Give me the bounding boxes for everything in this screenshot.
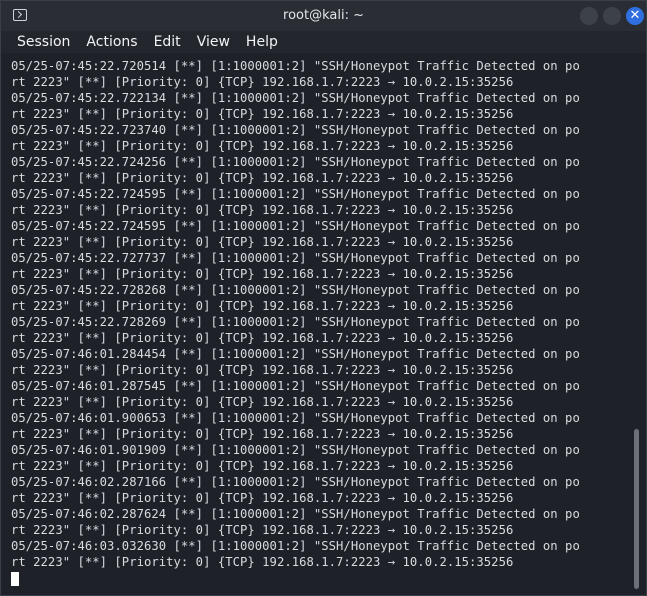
terminal-line: 05/25-07:45:22.724595 [**] [1:1000001:2]… [11, 187, 580, 201]
terminal-line: rt 2223" [**] [Priority: 0] {TCP} 192.16… [11, 139, 514, 153]
terminal-line: 05/25-07:45:22.722134 [**] [1:1000001:2]… [11, 91, 580, 105]
terminal-line: 05/25-07:46:01.900653 [**] [1:1000001:2]… [11, 411, 580, 425]
terminal-line: rt 2223" [**] [Priority: 0] {TCP} 192.16… [11, 267, 514, 281]
terminal-line: 05/25-07:45:22.728268 [**] [1:1000001:2]… [11, 283, 580, 297]
terminal-line: 05/25-07:45:22.723740 [**] [1:1000001:2]… [11, 123, 580, 137]
maximize-button[interactable] [603, 7, 621, 25]
prompt-line[interactable] [11, 570, 629, 586]
minimize-button[interactable] [580, 7, 598, 25]
menu-bar: Session Actions Edit View Help [1, 31, 646, 53]
close-button[interactable]: ✕ [626, 7, 644, 25]
terminal-line: 05/25-07:45:22.720514 [**] [1:1000001:2]… [11, 59, 580, 73]
terminal-line: 05/25-07:45:22.727737 [**] [1:1000001:2]… [11, 251, 580, 265]
terminal-output[interactable]: 05/25-07:45:22.720514 [**] [1:1000001:2]… [11, 58, 629, 588]
terminal-line: rt 2223" [**] [Priority: 0] {TCP} 192.16… [11, 75, 514, 89]
terminal-line: rt 2223" [**] [Priority: 0] {TCP} 192.16… [11, 523, 514, 537]
terminal-line: 05/25-07:46:01.901909 [**] [1:1000001:2]… [11, 443, 580, 457]
menu-session[interactable]: Session [9, 34, 78, 50]
menu-edit[interactable]: Edit [146, 34, 189, 50]
terminal-line: 05/25-07:46:02.287166 [**] [1:1000001:2]… [11, 475, 580, 489]
menu-view[interactable]: View [189, 34, 238, 50]
terminal-line: 05/25-07:45:22.728269 [**] [1:1000001:2]… [11, 315, 580, 329]
terminal-line: 05/25-07:45:22.724595 [**] [1:1000001:2]… [11, 219, 580, 233]
terminal-line: rt 2223" [**] [Priority: 0] {TCP} 192.16… [11, 331, 514, 345]
terminal-line: rt 2223" [**] [Priority: 0] {TCP} 192.16… [11, 299, 514, 313]
terminal-line: 05/25-07:46:01.284454 [**] [1:1000001:2]… [11, 347, 580, 361]
terminal-line: rt 2223" [**] [Priority: 0] {TCP} 192.16… [11, 107, 514, 121]
terminal-line: 05/25-07:46:02.287624 [**] [1:1000001:2]… [11, 507, 580, 521]
terminal-window: root@kali: ~ ✕ Session Actions Edit View… [0, 0, 647, 596]
terminal-line: rt 2223" [**] [Priority: 0] {TCP} 192.16… [11, 395, 514, 409]
terminal-line: rt 2223" [**] [Priority: 0] {TCP} 192.16… [11, 491, 514, 505]
terminal-line: rt 2223" [**] [Priority: 0] {TCP} 192.16… [11, 203, 514, 217]
title-bar[interactable]: root@kali: ~ ✕ [1, 1, 646, 31]
window-title: root@kali: ~ [283, 8, 364, 23]
terminal-line: 05/25-07:45:22.724256 [**] [1:1000001:2]… [11, 155, 580, 169]
terminal-line: rt 2223" [**] [Priority: 0] {TCP} 192.16… [11, 171, 514, 185]
close-icon: ✕ [629, 8, 641, 23]
terminal-line: rt 2223" [**] [Priority: 0] {TCP} 192.16… [11, 555, 514, 569]
terminal-line: rt 2223" [**] [Priority: 0] {TCP} 192.16… [11, 459, 514, 473]
terminal-line: rt 2223" [**] [Priority: 0] {TCP} 192.16… [11, 235, 514, 249]
scrollbar-thumb[interactable] [634, 429, 639, 589]
menu-actions[interactable]: Actions [78, 34, 145, 50]
terminal-line: 05/25-07:46:01.287545 [**] [1:1000001:2]… [11, 379, 580, 393]
menu-help[interactable]: Help [238, 34, 286, 50]
terminal-line: 05/25-07:46:03.032630 [**] [1:1000001:2]… [11, 539, 580, 553]
terminal-line: rt 2223" [**] [Priority: 0] {TCP} 192.16… [11, 363, 514, 377]
text-cursor [11, 572, 19, 586]
terminal-line: rt 2223" [**] [Priority: 0] {TCP} 192.16… [11, 427, 514, 441]
